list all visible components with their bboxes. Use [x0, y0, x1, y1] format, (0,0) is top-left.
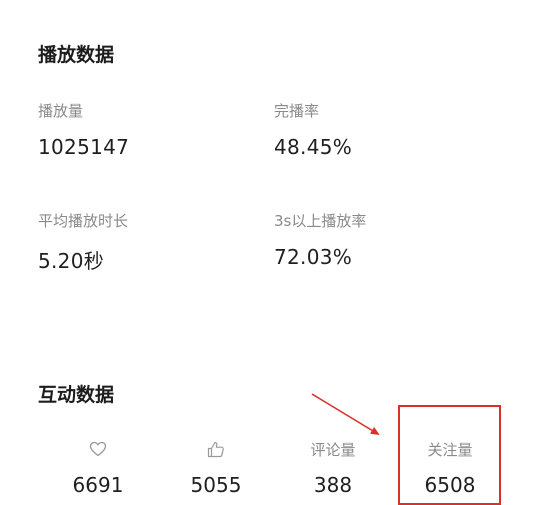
annotation-arrow — [311, 393, 380, 436]
